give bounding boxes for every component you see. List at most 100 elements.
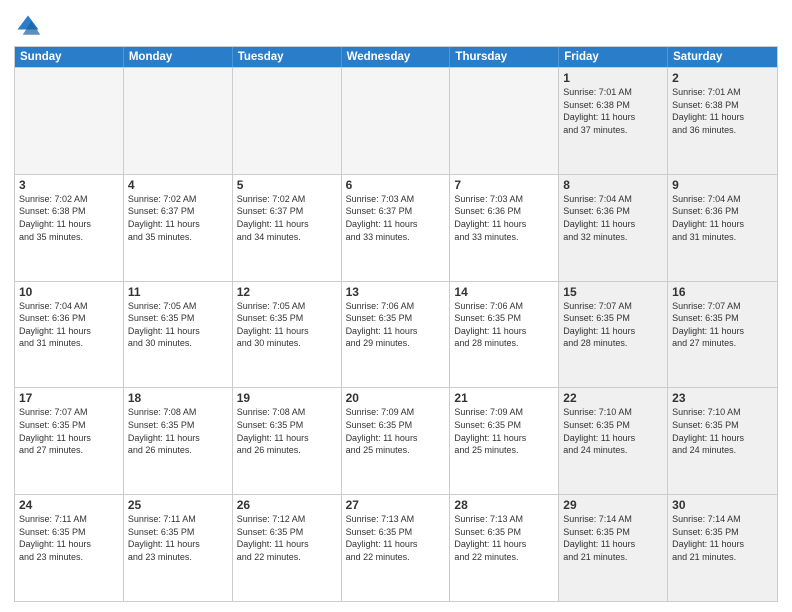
weekday-header: Sunday xyxy=(15,47,124,67)
day-info: Sunrise: 7:08 AM Sunset: 6:35 PM Dayligh… xyxy=(237,406,337,456)
logo xyxy=(14,12,46,40)
day-number: 20 xyxy=(346,391,446,405)
day-number: 8 xyxy=(563,178,663,192)
day-info: Sunrise: 7:13 AM Sunset: 6:35 PM Dayligh… xyxy=(454,513,554,563)
page: SundayMondayTuesdayWednesdayThursdayFrid… xyxy=(0,0,792,612)
calendar-cell: 26Sunrise: 7:12 AM Sunset: 6:35 PM Dayli… xyxy=(233,495,342,601)
day-info: Sunrise: 7:11 AM Sunset: 6:35 PM Dayligh… xyxy=(128,513,228,563)
day-info: Sunrise: 7:02 AM Sunset: 6:37 PM Dayligh… xyxy=(237,193,337,243)
day-info: Sunrise: 7:07 AM Sunset: 6:35 PM Dayligh… xyxy=(672,300,773,350)
calendar-cell: 11Sunrise: 7:05 AM Sunset: 6:35 PM Dayli… xyxy=(124,282,233,388)
day-info: Sunrise: 7:04 AM Sunset: 6:36 PM Dayligh… xyxy=(19,300,119,350)
day-number: 7 xyxy=(454,178,554,192)
calendar-cell: 30Sunrise: 7:14 AM Sunset: 6:35 PM Dayli… xyxy=(668,495,777,601)
calendar-cell: 17Sunrise: 7:07 AM Sunset: 6:35 PM Dayli… xyxy=(15,388,124,494)
calendar-cell: 22Sunrise: 7:10 AM Sunset: 6:35 PM Dayli… xyxy=(559,388,668,494)
day-info: Sunrise: 7:05 AM Sunset: 6:35 PM Dayligh… xyxy=(128,300,228,350)
calendar-body: 1Sunrise: 7:01 AM Sunset: 6:38 PM Daylig… xyxy=(15,67,777,601)
day-number: 13 xyxy=(346,285,446,299)
logo-icon xyxy=(14,12,42,40)
day-info: Sunrise: 7:12 AM Sunset: 6:35 PM Dayligh… xyxy=(237,513,337,563)
day-number: 25 xyxy=(128,498,228,512)
calendar-cell: 2Sunrise: 7:01 AM Sunset: 6:38 PM Daylig… xyxy=(668,68,777,174)
day-info: Sunrise: 7:11 AM Sunset: 6:35 PM Dayligh… xyxy=(19,513,119,563)
day-number: 12 xyxy=(237,285,337,299)
day-number: 26 xyxy=(237,498,337,512)
calendar-cell: 10Sunrise: 7:04 AM Sunset: 6:36 PM Dayli… xyxy=(15,282,124,388)
day-number: 21 xyxy=(454,391,554,405)
calendar-cell: 20Sunrise: 7:09 AM Sunset: 6:35 PM Dayli… xyxy=(342,388,451,494)
calendar-cell: 27Sunrise: 7:13 AM Sunset: 6:35 PM Dayli… xyxy=(342,495,451,601)
day-number: 24 xyxy=(19,498,119,512)
day-number: 29 xyxy=(563,498,663,512)
day-number: 10 xyxy=(19,285,119,299)
calendar-cell: 19Sunrise: 7:08 AM Sunset: 6:35 PM Dayli… xyxy=(233,388,342,494)
day-number: 30 xyxy=(672,498,773,512)
day-number: 15 xyxy=(563,285,663,299)
calendar-cell: 28Sunrise: 7:13 AM Sunset: 6:35 PM Dayli… xyxy=(450,495,559,601)
calendar-cell: 13Sunrise: 7:06 AM Sunset: 6:35 PM Dayli… xyxy=(342,282,451,388)
day-number: 22 xyxy=(563,391,663,405)
calendar-cell: 6Sunrise: 7:03 AM Sunset: 6:37 PM Daylig… xyxy=(342,175,451,281)
calendar-cell: 3Sunrise: 7:02 AM Sunset: 6:38 PM Daylig… xyxy=(15,175,124,281)
calendar: SundayMondayTuesdayWednesdayThursdayFrid… xyxy=(14,46,778,602)
day-number: 18 xyxy=(128,391,228,405)
header xyxy=(14,12,778,40)
day-number: 9 xyxy=(672,178,773,192)
calendar-row: 10Sunrise: 7:04 AM Sunset: 6:36 PM Dayli… xyxy=(15,281,777,388)
day-number: 16 xyxy=(672,285,773,299)
calendar-cell: 23Sunrise: 7:10 AM Sunset: 6:35 PM Dayli… xyxy=(668,388,777,494)
calendar-cell: 1Sunrise: 7:01 AM Sunset: 6:38 PM Daylig… xyxy=(559,68,668,174)
day-number: 6 xyxy=(346,178,446,192)
calendar-header: SundayMondayTuesdayWednesdayThursdayFrid… xyxy=(15,47,777,67)
day-info: Sunrise: 7:03 AM Sunset: 6:37 PM Dayligh… xyxy=(346,193,446,243)
day-number: 27 xyxy=(346,498,446,512)
day-info: Sunrise: 7:10 AM Sunset: 6:35 PM Dayligh… xyxy=(563,406,663,456)
calendar-row: 1Sunrise: 7:01 AM Sunset: 6:38 PM Daylig… xyxy=(15,67,777,174)
day-info: Sunrise: 7:01 AM Sunset: 6:38 PM Dayligh… xyxy=(563,86,663,136)
calendar-cell: 12Sunrise: 7:05 AM Sunset: 6:35 PM Dayli… xyxy=(233,282,342,388)
calendar-cell xyxy=(124,68,233,174)
calendar-cell: 8Sunrise: 7:04 AM Sunset: 6:36 PM Daylig… xyxy=(559,175,668,281)
calendar-cell xyxy=(233,68,342,174)
day-info: Sunrise: 7:14 AM Sunset: 6:35 PM Dayligh… xyxy=(563,513,663,563)
day-info: Sunrise: 7:03 AM Sunset: 6:36 PM Dayligh… xyxy=(454,193,554,243)
calendar-cell: 21Sunrise: 7:09 AM Sunset: 6:35 PM Dayli… xyxy=(450,388,559,494)
calendar-cell: 4Sunrise: 7:02 AM Sunset: 6:37 PM Daylig… xyxy=(124,175,233,281)
calendar-cell xyxy=(342,68,451,174)
day-info: Sunrise: 7:04 AM Sunset: 6:36 PM Dayligh… xyxy=(672,193,773,243)
calendar-cell: 14Sunrise: 7:06 AM Sunset: 6:35 PM Dayli… xyxy=(450,282,559,388)
calendar-cell xyxy=(450,68,559,174)
calendar-row: 17Sunrise: 7:07 AM Sunset: 6:35 PM Dayli… xyxy=(15,387,777,494)
day-info: Sunrise: 7:02 AM Sunset: 6:37 PM Dayligh… xyxy=(128,193,228,243)
day-number: 3 xyxy=(19,178,119,192)
calendar-cell: 7Sunrise: 7:03 AM Sunset: 6:36 PM Daylig… xyxy=(450,175,559,281)
weekday-header: Monday xyxy=(124,47,233,67)
day-info: Sunrise: 7:07 AM Sunset: 6:35 PM Dayligh… xyxy=(563,300,663,350)
day-number: 14 xyxy=(454,285,554,299)
weekday-header: Saturday xyxy=(668,47,777,67)
weekday-header: Friday xyxy=(559,47,668,67)
day-number: 19 xyxy=(237,391,337,405)
day-info: Sunrise: 7:09 AM Sunset: 6:35 PM Dayligh… xyxy=(454,406,554,456)
day-info: Sunrise: 7:06 AM Sunset: 6:35 PM Dayligh… xyxy=(454,300,554,350)
calendar-cell: 16Sunrise: 7:07 AM Sunset: 6:35 PM Dayli… xyxy=(668,282,777,388)
day-number: 4 xyxy=(128,178,228,192)
day-info: Sunrise: 7:13 AM Sunset: 6:35 PM Dayligh… xyxy=(346,513,446,563)
day-number: 17 xyxy=(19,391,119,405)
day-info: Sunrise: 7:05 AM Sunset: 6:35 PM Dayligh… xyxy=(237,300,337,350)
day-info: Sunrise: 7:01 AM Sunset: 6:38 PM Dayligh… xyxy=(672,86,773,136)
calendar-cell: 5Sunrise: 7:02 AM Sunset: 6:37 PM Daylig… xyxy=(233,175,342,281)
weekday-header: Tuesday xyxy=(233,47,342,67)
day-number: 11 xyxy=(128,285,228,299)
weekday-header: Thursday xyxy=(450,47,559,67)
day-number: 5 xyxy=(237,178,337,192)
calendar-cell: 15Sunrise: 7:07 AM Sunset: 6:35 PM Dayli… xyxy=(559,282,668,388)
day-info: Sunrise: 7:04 AM Sunset: 6:36 PM Dayligh… xyxy=(563,193,663,243)
calendar-cell: 25Sunrise: 7:11 AM Sunset: 6:35 PM Dayli… xyxy=(124,495,233,601)
calendar-cell: 24Sunrise: 7:11 AM Sunset: 6:35 PM Dayli… xyxy=(15,495,124,601)
day-number: 1 xyxy=(563,71,663,85)
calendar-cell xyxy=(15,68,124,174)
day-info: Sunrise: 7:09 AM Sunset: 6:35 PM Dayligh… xyxy=(346,406,446,456)
day-number: 28 xyxy=(454,498,554,512)
